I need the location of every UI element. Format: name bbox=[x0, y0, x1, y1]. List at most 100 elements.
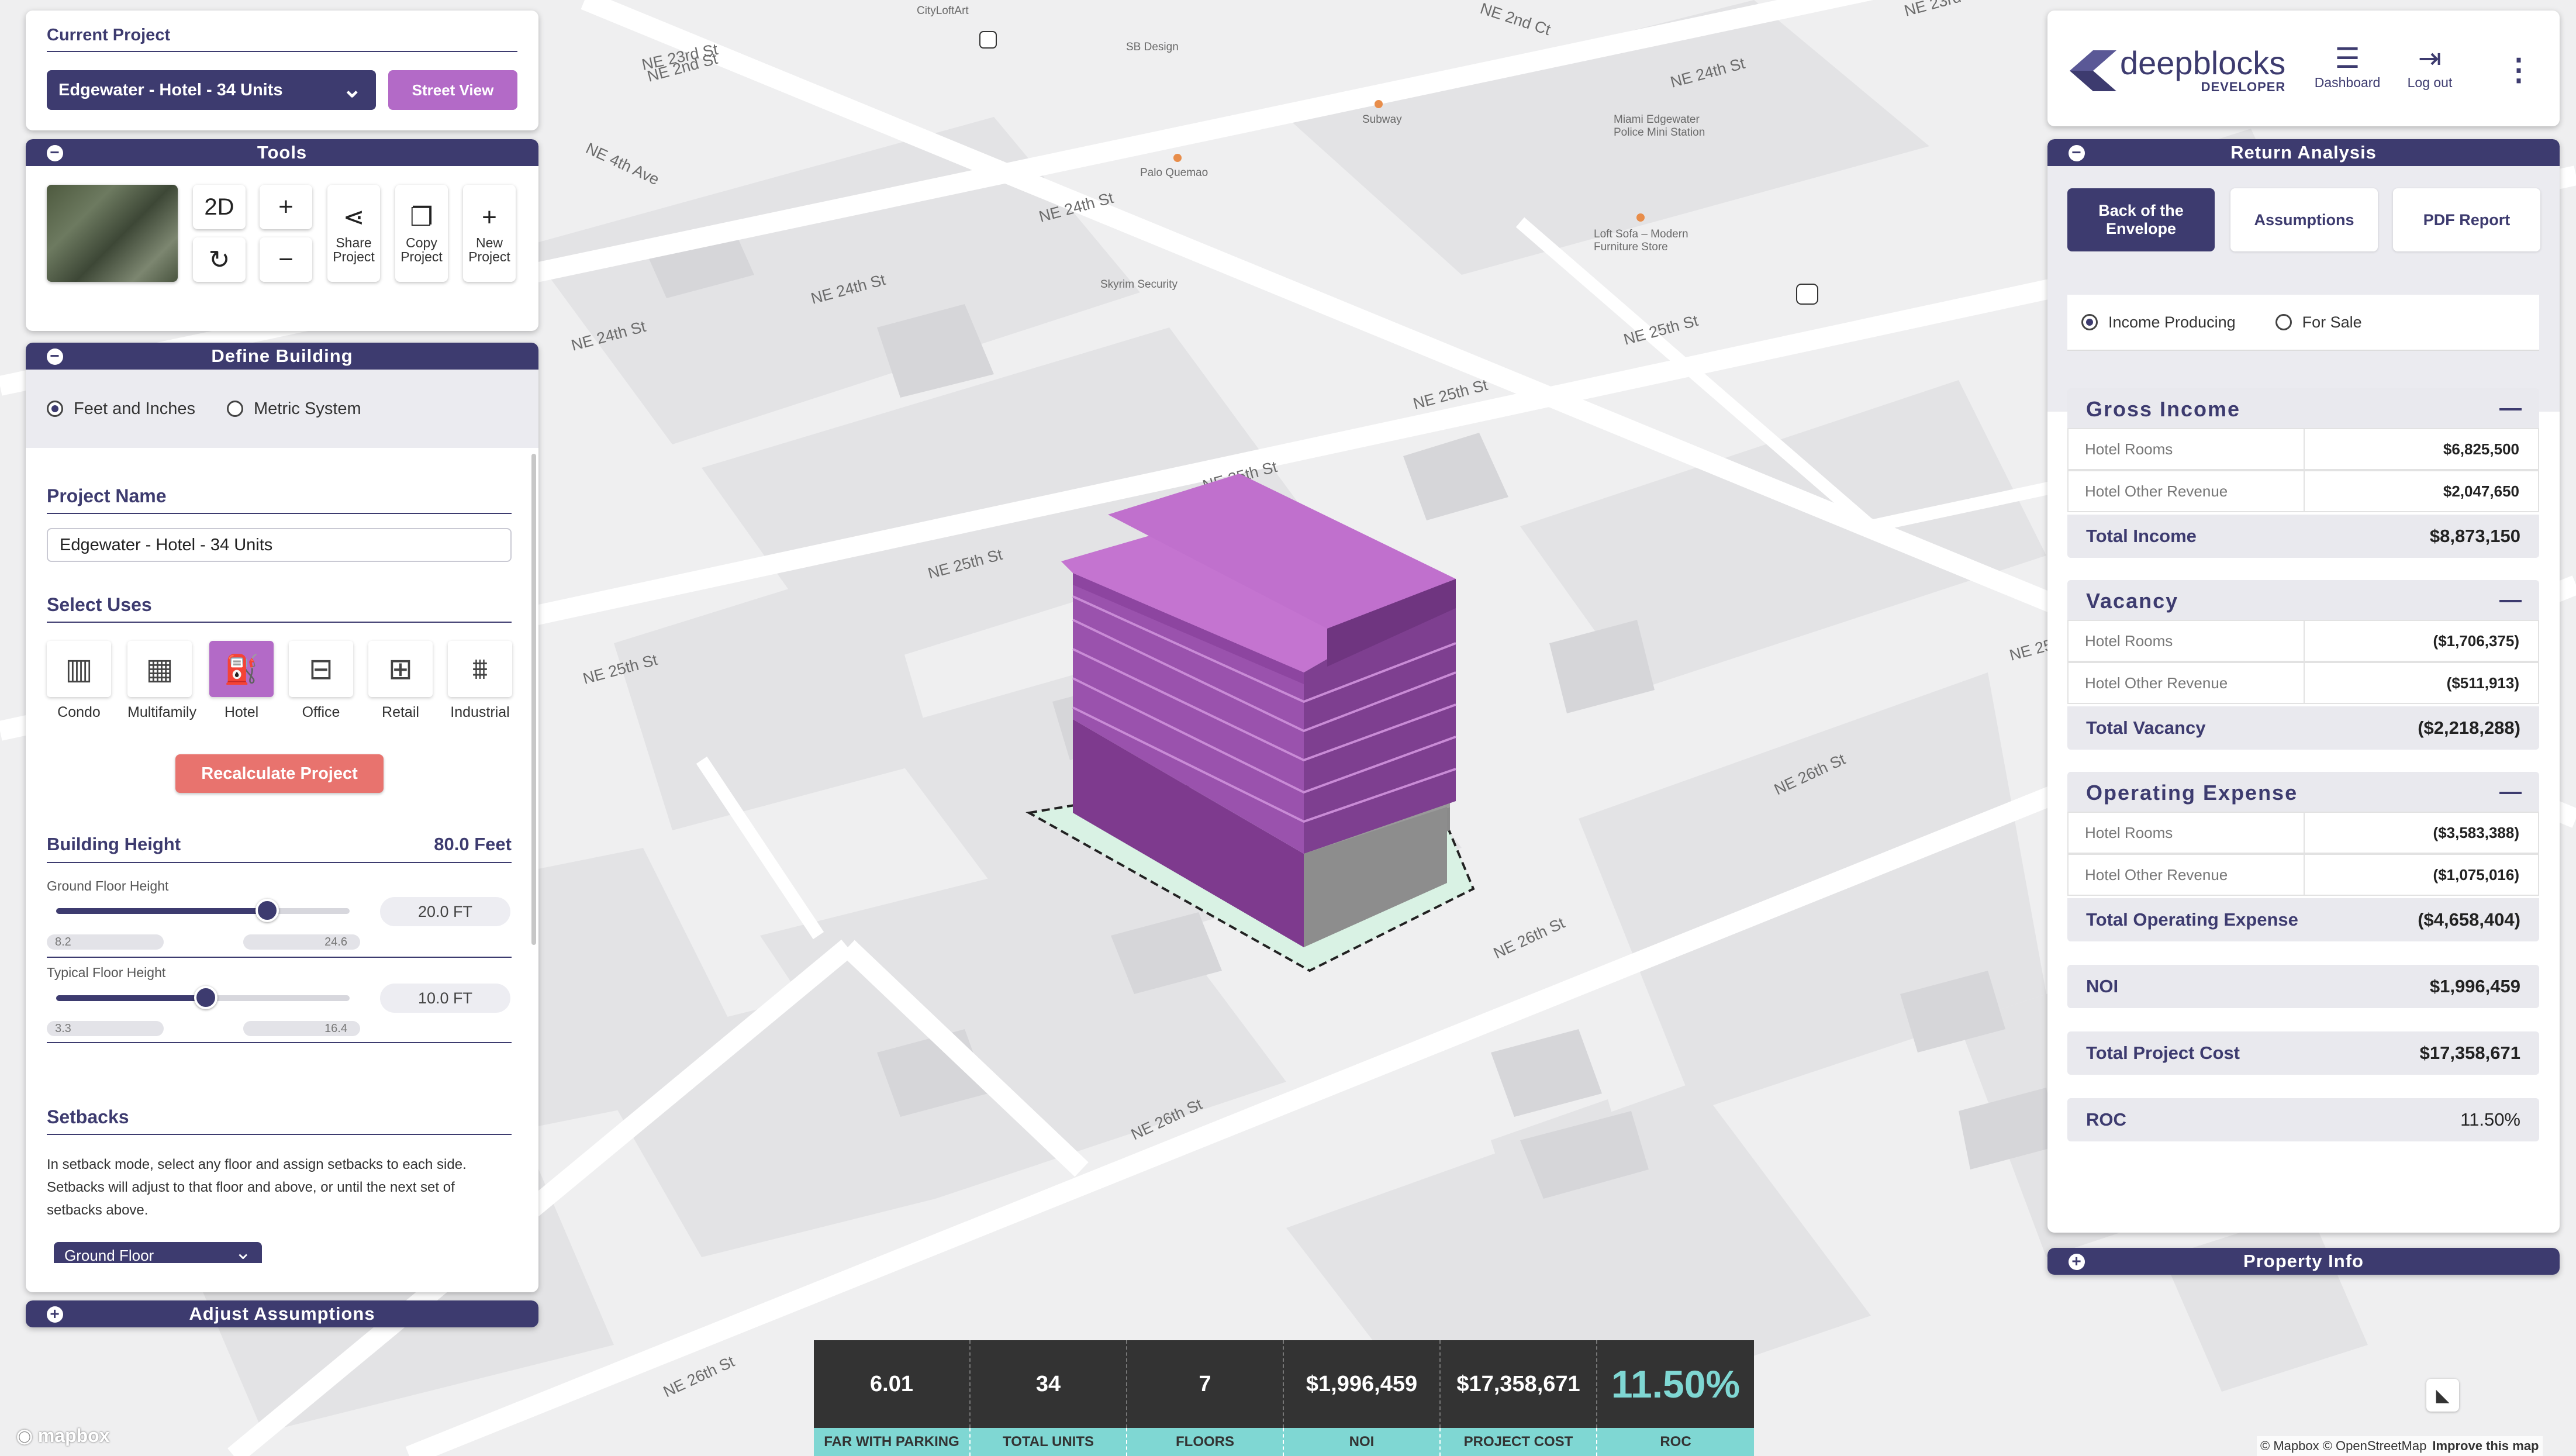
dashboard-button[interactable]: ☰ Dashboard bbox=[2309, 43, 2385, 91]
tools-header[interactable]: − Tools bbox=[26, 139, 538, 166]
tab-assumptions[interactable]: Assumptions bbox=[2230, 188, 2378, 251]
attribution-text[interactable]: © Mapbox © OpenStreetMap bbox=[2260, 1438, 2426, 1454]
use-retail[interactable]: ⊞ Retail bbox=[368, 641, 433, 721]
collapse-icon[interactable]: − bbox=[47, 144, 63, 161]
radio-income-producing[interactable]: Income Producing bbox=[2081, 313, 2236, 332]
scrollbar[interactable] bbox=[531, 454, 536, 945]
typical-floor-min: 3.3 bbox=[47, 1021, 164, 1036]
logout-button[interactable]: ⇥ Log out bbox=[2395, 43, 2465, 91]
section-title: Gross Income bbox=[2086, 397, 2241, 421]
typical-floor-slider[interactable] bbox=[56, 986, 350, 1009]
sale-label: For Sale bbox=[2302, 313, 2362, 331]
section-title: Vacancy bbox=[2086, 589, 2179, 613]
collapse-icon[interactable] bbox=[2499, 600, 2522, 602]
tools-title: Tools bbox=[257, 142, 308, 163]
total-value: ($2,218,288) bbox=[2418, 717, 2520, 738]
mapbox-wordmark: mapbox bbox=[37, 1425, 110, 1446]
adjust-assumptions-header[interactable]: + Adjust Assumptions bbox=[26, 1300, 538, 1327]
radio-metric[interactable]: Metric System bbox=[226, 399, 361, 419]
gross-income-section[interactable]: Gross Income bbox=[2067, 388, 2539, 430]
use-label: Multifamily bbox=[127, 704, 197, 720]
svg-text:Palo Quemao: Palo Quemao bbox=[1140, 167, 1208, 179]
improve-map-link[interactable]: Improve this map bbox=[2432, 1438, 2539, 1454]
copy-project-button[interactable]: ❐ Copy Project bbox=[395, 185, 448, 282]
collapse-icon[interactable] bbox=[2499, 792, 2522, 794]
operating-expense-section[interactable]: Operating Expense bbox=[2067, 772, 2539, 814]
row-value: $6,825,500 bbox=[2443, 440, 2519, 458]
typical-floor-value[interactable]: 10.0 FT bbox=[380, 984, 510, 1013]
mapbox-logo[interactable]: ◉ mapbox bbox=[16, 1424, 110, 1447]
copy-icon: ❐ bbox=[410, 203, 433, 232]
use-hotel[interactable]: ⛽ Hotel bbox=[209, 641, 274, 721]
svg-text:Police Mini Station: Police Mini Station bbox=[1614, 126, 1705, 139]
vacancy-section[interactable]: Vacancy bbox=[2067, 580, 2539, 622]
table-row: Hotel Rooms ($1,706,375) bbox=[2067, 620, 2539, 662]
shopping-bag-icon: ⊞ bbox=[388, 653, 413, 685]
setback-floor-select[interactable]: Ground Floor ⌄ bbox=[54, 1242, 262, 1263]
svg-text:Miami Edgewater: Miami Edgewater bbox=[1614, 113, 1700, 126]
zoom-in-button[interactable]: + bbox=[260, 185, 312, 229]
select-uses-label: Select Uses bbox=[47, 594, 512, 623]
collapse-icon[interactable] bbox=[2499, 408, 2522, 410]
rotate-icon[interactable]: ↻ bbox=[193, 237, 246, 282]
unit-system: Feet and Inches Metric System bbox=[26, 370, 538, 448]
more-menu-icon[interactable]: ⋮ bbox=[2504, 53, 2534, 88]
project-select[interactable]: Edgewater - Hotel - 34 Units ⌄ bbox=[47, 70, 376, 110]
expand-icon[interactable]: + bbox=[2069, 1253, 2085, 1270]
tab-back-of-envelope[interactable]: Back of the Envelope bbox=[2067, 188, 2215, 251]
property-info-panel[interactable]: + Property Info bbox=[2047, 1248, 2560, 1275]
slider-thumb[interactable] bbox=[194, 986, 218, 1009]
svg-text:Skyrim Security: Skyrim Security bbox=[1100, 278, 1177, 291]
logout-label: Log out bbox=[2407, 75, 2453, 90]
ground-floor-value[interactable]: 20.0 FT bbox=[380, 897, 510, 926]
typical-floor-label: Typical Floor Height bbox=[47, 965, 166, 980]
deepblocks-logo[interactable]: deepblocks DEVELOPER bbox=[2070, 47, 2285, 95]
use-label: Hotel bbox=[224, 704, 259, 720]
return-analysis-header[interactable]: − Return Analysis bbox=[2047, 139, 2560, 166]
project-cost-label: Total Project Cost bbox=[2086, 1043, 2240, 1063]
tab-pdf-report[interactable]: PDF Report bbox=[2393, 188, 2540, 251]
metric-label: Metric System bbox=[253, 399, 361, 418]
expand-icon[interactable]: + bbox=[47, 1306, 63, 1323]
setback-floor-value: Ground Floor bbox=[64, 1247, 154, 1263]
new-project-button[interactable]: + New Project bbox=[463, 185, 516, 282]
multifamily-icon: ▦ bbox=[146, 653, 174, 685]
stat-label: TOTAL UNITS bbox=[971, 1428, 1127, 1456]
mode-2d-button[interactable]: 2D bbox=[193, 185, 246, 229]
chevron-down-icon: ⌄ bbox=[234, 1242, 252, 1263]
share-project-button[interactable]: ⋖ Share Project bbox=[327, 185, 380, 282]
current-project-panel: Current Project Edgewater - Hotel - 34 U… bbox=[26, 11, 538, 130]
total-label: Total Vacancy bbox=[2086, 717, 2206, 738]
radio-imperial[interactable]: Feet and Inches bbox=[47, 399, 195, 419]
satellite-thumbnail[interactable] bbox=[47, 185, 178, 282]
compass-button[interactable]: ◣ bbox=[2426, 1379, 2459, 1412]
project-name-label: Project Name bbox=[47, 485, 512, 514]
use-multifamily[interactable]: ▦ Multifamily bbox=[127, 641, 196, 721]
property-info-header[interactable]: + Property Info bbox=[2047, 1248, 2560, 1275]
radio-for-sale[interactable]: For Sale bbox=[2275, 313, 2362, 332]
use-label: Office bbox=[302, 704, 340, 720]
street-view-button[interactable]: Street View bbox=[388, 70, 517, 110]
radio-dot-icon bbox=[2275, 314, 2292, 330]
project-name-input[interactable] bbox=[47, 528, 512, 562]
table-row: Hotel Rooms ($3,583,388) bbox=[2067, 812, 2539, 854]
recalculate-button[interactable]: Recalculate Project bbox=[175, 754, 384, 793]
define-building-header[interactable]: − Define Building bbox=[26, 343, 538, 370]
use-industrial[interactable]: ⩩ Industrial bbox=[448, 641, 512, 721]
roc-row: ROC 11.50% bbox=[2067, 1098, 2539, 1141]
collapse-icon[interactable]: − bbox=[47, 348, 63, 365]
brand-name: deepblocks bbox=[2120, 44, 2286, 81]
ground-floor-slider[interactable] bbox=[56, 899, 350, 922]
use-condo[interactable]: ▥ Condo bbox=[47, 641, 111, 721]
adjust-assumptions-panel[interactable]: + Adjust Assumptions bbox=[26, 1300, 538, 1327]
row-label: Hotel Rooms bbox=[2069, 621, 2305, 661]
svg-text:Subway: Subway bbox=[1362, 113, 1402, 126]
briefcase-icon: ⊟ bbox=[309, 653, 333, 685]
use-office[interactable]: ⊟ Office bbox=[289, 641, 353, 721]
project-cost-value: $17,358,671 bbox=[2419, 1043, 2520, 1063]
collapse-icon[interactable]: − bbox=[2069, 144, 2085, 161]
row-value: ($1,706,375) bbox=[2433, 632, 2519, 650]
radio-dot-icon bbox=[226, 401, 243, 417]
bed-icon: ⛽ bbox=[224, 654, 259, 685]
zoom-out-button[interactable]: − bbox=[260, 237, 312, 282]
